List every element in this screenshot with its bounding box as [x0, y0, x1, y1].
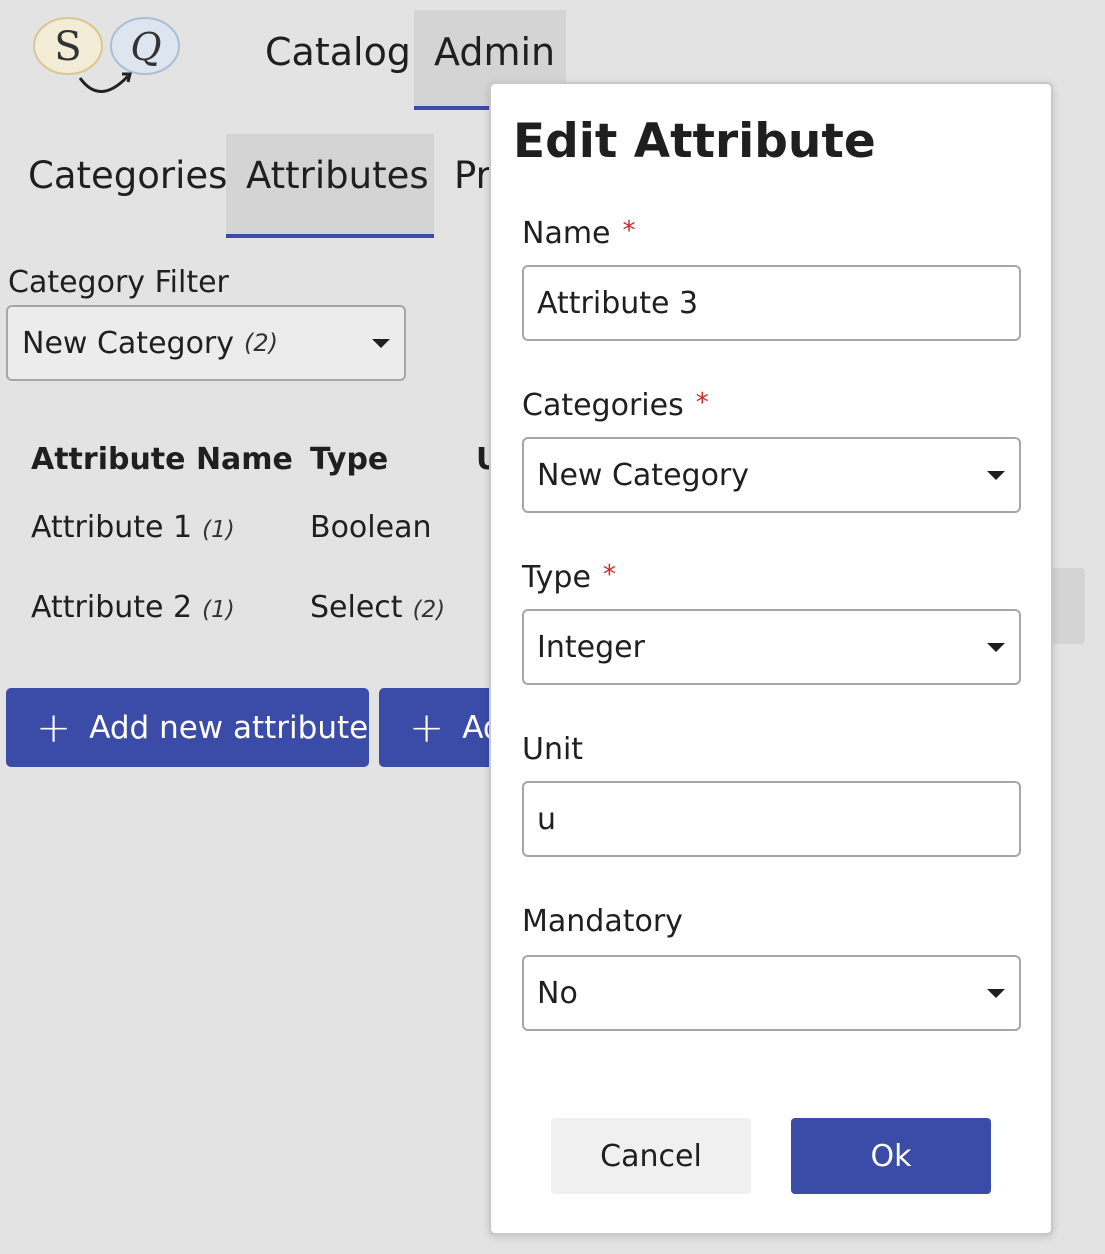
attribute-count: (1): [202, 597, 235, 623]
mandatory-select-value: No: [537, 975, 578, 1011]
category-filter-count: (2): [244, 329, 279, 357]
ok-button[interactable]: Ok: [791, 1118, 991, 1194]
topnav-catalog[interactable]: Catalog: [245, 10, 431, 110]
plus-icon: +: [409, 702, 445, 752]
logo-icon: S Q: [33, 17, 180, 93]
unit-label: Unit: [522, 732, 584, 767]
row-action-tab[interactable]: [1050, 568, 1085, 644]
caret-down-icon: [987, 989, 1005, 998]
required-mark: *: [695, 388, 709, 418]
column-header-attribute-name: Attribute Name: [31, 442, 293, 477]
cancel-button[interactable]: Cancel: [551, 1118, 751, 1194]
type-count: (2): [412, 597, 446, 623]
table-row: Attribute 2 (1): [31, 590, 235, 625]
caret-down-icon: [987, 471, 1005, 480]
column-header-type: Type: [310, 442, 389, 477]
attribute-type-cell: Select (2): [310, 590, 445, 625]
tab-categories[interactable]: Categories: [8, 134, 247, 238]
attribute-type-value: Boolean: [310, 510, 432, 545]
category-filter-select[interactable]: New Category (2): [6, 305, 406, 381]
name-input[interactable]: Attribute 3: [522, 265, 1021, 341]
mandatory-select[interactable]: No: [522, 955, 1021, 1031]
app-logo[interactable]: S Q: [30, 14, 190, 100]
unit-input[interactable]: u: [522, 781, 1021, 857]
add-new-attribute-label: Add new attribute: [89, 709, 369, 746]
attribute-type-cell: Boolean: [310, 510, 431, 545]
tab-attributes[interactable]: Attributes: [226, 134, 434, 238]
categories-select[interactable]: New Category: [522, 437, 1021, 513]
type-select[interactable]: Integer: [522, 609, 1021, 685]
category-filter-label: Category Filter: [8, 265, 229, 300]
add-new-attribute-button[interactable]: + Add new attribute: [6, 688, 369, 767]
required-mark: *: [602, 560, 616, 590]
name-label: Name *: [522, 216, 636, 251]
attribute-name-cell: Attribute 2: [31, 590, 193, 625]
attribute-type-value: Select: [310, 590, 403, 625]
dialog-title: Edit Attribute: [513, 114, 876, 169]
type-select-value: Integer: [537, 629, 645, 665]
required-mark: *: [622, 216, 636, 246]
category-filter-value: New Category: [22, 325, 235, 361]
caret-down-icon: [372, 339, 390, 348]
plus-icon: +: [36, 702, 72, 752]
categories-select-value: New Category: [537, 457, 750, 493]
edit-attribute-dialog: Edit Attribute Name * Attribute 3 Categor…: [489, 82, 1053, 1235]
name-input-value: Attribute 3: [537, 285, 699, 321]
svg-text:Q: Q: [130, 25, 161, 69]
table-row: Attribute 1 (1): [31, 510, 235, 545]
caret-down-icon: [987, 643, 1005, 652]
type-label: Type *: [522, 560, 616, 595]
mandatory-label: Mandatory: [522, 904, 683, 939]
svg-text:S: S: [54, 24, 81, 70]
attribute-name-cell: Attribute 1: [31, 510, 193, 545]
categories-label: Categories *: [522, 388, 709, 423]
attribute-count: (1): [202, 517, 235, 543]
unit-input-value: u: [537, 801, 557, 837]
